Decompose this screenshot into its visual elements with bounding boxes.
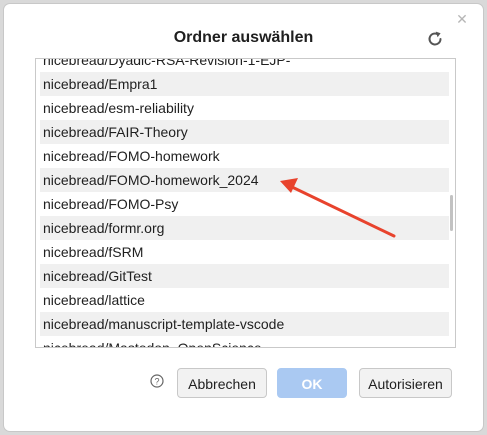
folder-item[interactable]: nicebread/manuscript-template-vscode — [40, 312, 449, 336]
folder-item[interactable]: nicebread/FAIR-Theory — [40, 120, 449, 144]
folder-item[interactable]: nicebread/Dyadic-RSA-Revision-1-EJP- — [40, 59, 449, 72]
folder-picker-dialog: ✕ Ordner auswählen nicebread/Dyadic-RSA-… — [4, 4, 483, 431]
folder-list-items: nicebread/Dyadic-RSA-Revision-1-EJP- nic… — [40, 59, 449, 347]
folder-item[interactable]: nicebread/FOMO-Psy — [40, 192, 449, 216]
folder-list[interactable]: nicebread/Dyadic-RSA-Revision-1-EJP- nic… — [35, 58, 456, 348]
authorize-button[interactable]: Autorisieren — [359, 368, 452, 398]
cancel-button[interactable]: Abbrechen — [177, 368, 267, 398]
refresh-icon[interactable] — [425, 29, 445, 49]
close-icon[interactable]: ✕ — [455, 12, 469, 26]
folder-item[interactable]: nicebread/FOMO-homework — [40, 144, 449, 168]
scrollbar[interactable] — [450, 195, 453, 231]
folder-item[interactable]: nicebread/lattice — [40, 288, 449, 312]
folder-item[interactable]: nicebread/GitTest — [40, 264, 449, 288]
folder-item[interactable]: nicebread/esm-reliability — [40, 96, 449, 120]
folder-item[interactable]: nicebread/Mastodon_OpenScience — [40, 336, 449, 347]
help-icon[interactable]: ? — [150, 374, 164, 388]
dialog-title: Ordner auswählen — [173, 29, 314, 46]
folder-item[interactable]: nicebread/formr.org — [40, 216, 449, 240]
svg-text:?: ? — [154, 376, 159, 386]
folder-item[interactable]: nicebread/fSRM — [40, 240, 449, 264]
folder-item[interactable]: nicebread/FOMO-homework_2024 — [40, 168, 449, 192]
folder-item[interactable]: nicebread/Empra1 — [40, 72, 449, 96]
ok-button[interactable]: OK — [277, 368, 347, 398]
